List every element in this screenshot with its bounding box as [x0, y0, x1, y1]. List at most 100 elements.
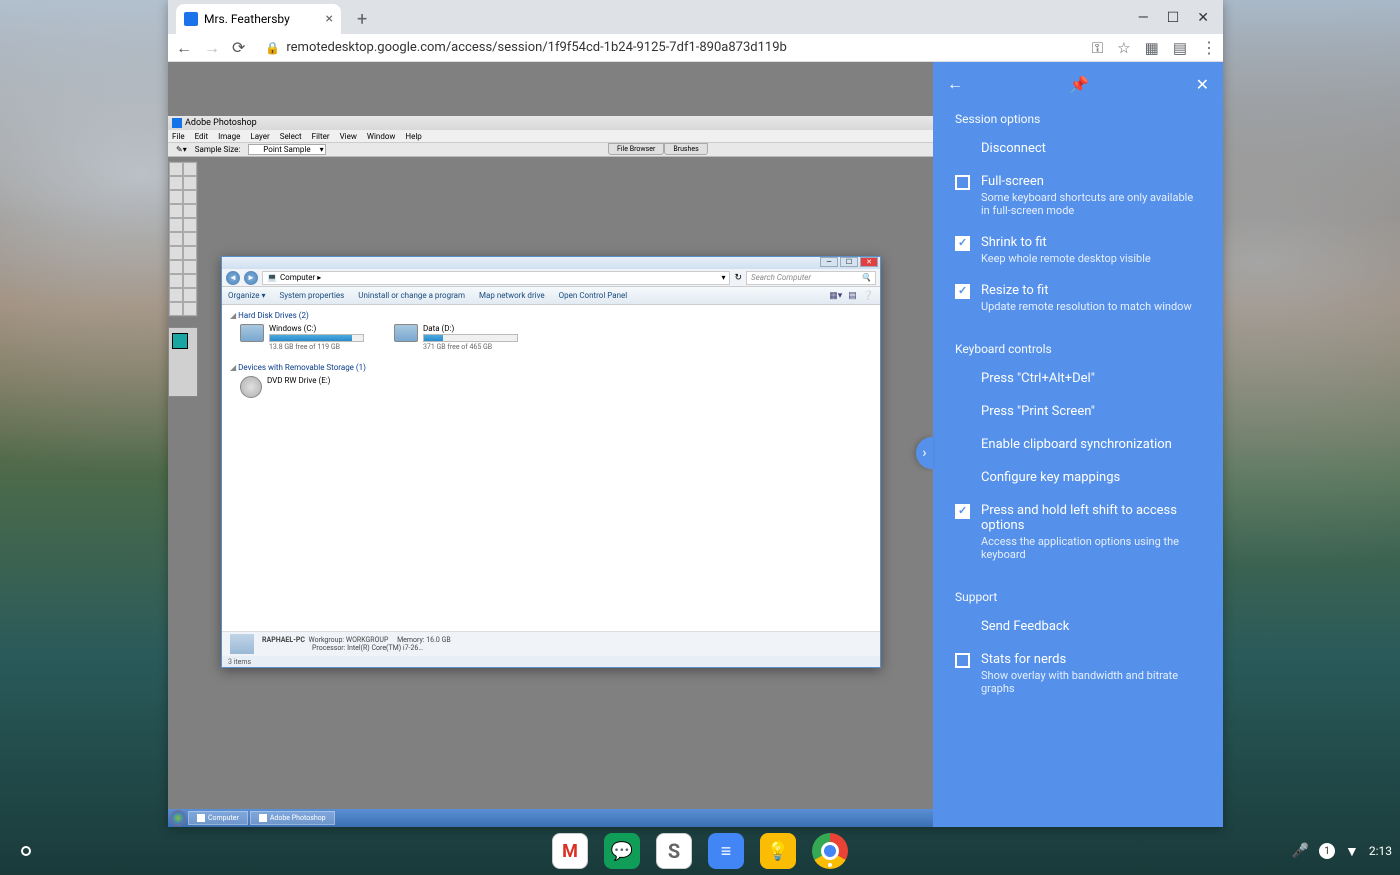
tool[interactable] [183, 288, 197, 302]
tool[interactable] [183, 190, 197, 204]
minimize-button[interactable]: — [820, 257, 838, 267]
menu-window[interactable]: Window [367, 132, 396, 141]
uninstall-button[interactable]: Uninstall or change a program [358, 291, 465, 300]
close-icon[interactable]: ✕ [1197, 10, 1209, 26]
checkbox-checked[interactable] [955, 284, 970, 299]
menu-select[interactable]: Select [280, 132, 302, 141]
tool[interactable] [169, 218, 183, 232]
sample-size-dropdown[interactable]: Point Sample [248, 144, 325, 155]
reload-button[interactable]: ⟳ [232, 38, 245, 57]
chevron-down-icon[interactable]: ▾ [320, 145, 324, 154]
foreground-color[interactable] [172, 333, 188, 349]
keep-app-icon[interactable]: 💡 [760, 833, 796, 869]
menu-icon[interactable]: ⋮ [1201, 38, 1215, 57]
help-icon[interactable]: ❔ [863, 291, 874, 301]
refresh-icon[interactable]: ↻ [734, 273, 742, 283]
tool[interactable] [183, 162, 197, 176]
minimize-icon[interactable]: — [1138, 10, 1149, 26]
key-icon[interactable]: ⚿ [1092, 39, 1103, 57]
start-button[interactable] [170, 810, 186, 826]
maximize-button[interactable]: ☐ [840, 257, 858, 267]
checkbox-unchecked[interactable] [955, 175, 970, 190]
collapse-panel-button[interactable]: › [916, 437, 933, 469]
disconnect-button[interactable]: Disconnect [933, 132, 1223, 165]
slides-app-icon[interactable]: S [656, 833, 692, 869]
menu-layer[interactable]: Layer [250, 132, 269, 141]
stats-nerds-option[interactable]: Stats for nerds Show overlay with bandwi… [933, 643, 1223, 704]
send-feedback-button[interactable]: Send Feedback [933, 610, 1223, 643]
hdd-section[interactable]: Hard Disk Drives (2) [238, 311, 309, 320]
tool[interactable] [169, 176, 183, 190]
tool[interactable] [183, 246, 197, 260]
dvd-drive[interactable]: DVD RW Drive (E:) [240, 376, 330, 398]
tool[interactable] [183, 232, 197, 246]
removable-section[interactable]: Devices with Removable Storage (1) [238, 363, 366, 372]
fullscreen-option[interactable]: Full-screen Some keyboard shortcuts are … [933, 165, 1223, 226]
checkbox-checked[interactable] [955, 504, 970, 519]
tool[interactable] [169, 246, 183, 260]
chevron-down-icon[interactable]: ▾ [721, 273, 725, 282]
print-screen-button[interactable]: Press "Print Screen" [933, 395, 1223, 428]
key-mappings-button[interactable]: Configure key mappings [933, 461, 1223, 494]
maximize-icon[interactable]: ☐ [1167, 10, 1180, 26]
close-icon[interactable]: ✕ [1196, 75, 1209, 94]
close-icon[interactable]: × [326, 11, 333, 27]
photoshop-tools-palette[interactable] [168, 161, 198, 317]
new-tab-button[interactable]: + [349, 5, 375, 34]
clock[interactable]: 2:13 [1369, 844, 1392, 858]
tool[interactable] [169, 288, 183, 302]
eyedropper-icon[interactable]: ✎▾ [176, 145, 187, 154]
view-icon[interactable]: ▦▾ [829, 291, 842, 301]
star-icon[interactable]: ☆ [1117, 39, 1130, 57]
back-button[interactable]: ◄ [226, 271, 240, 285]
left-shift-option[interactable]: Press and hold left shift to access opti… [933, 494, 1223, 570]
menu-edit[interactable]: Edit [195, 132, 209, 141]
tool[interactable] [169, 302, 183, 316]
hangouts-app-icon[interactable]: 💬 [604, 833, 640, 869]
map-drive-button[interactable]: Map network drive [479, 291, 545, 300]
tool[interactable] [169, 204, 183, 218]
notification-badge[interactable]: 1 [1319, 843, 1335, 859]
system-tray[interactable]: 🎤 1 ▼ 2:13 [1292, 843, 1392, 860]
taskbar-item-photoshop[interactable]: Adobe Photoshop [250, 811, 335, 825]
tool[interactable] [169, 274, 183, 288]
menu-help[interactable]: Help [405, 132, 421, 141]
tool[interactable] [169, 260, 183, 274]
menu-filter[interactable]: Filter [312, 132, 330, 141]
ctrl-alt-del-button[interactable]: Press "Ctrl+Alt+Del" [933, 362, 1223, 395]
address-breadcrumb[interactable]: 💻 Computer ▸ ▾ [262, 271, 730, 285]
tool[interactable] [183, 204, 197, 218]
gmail-app-icon[interactable]: M [552, 833, 588, 869]
file-browser-tab[interactable]: File Browser [608, 143, 664, 155]
shrink-to-fit-option[interactable]: Shrink to fit Keep whole remote desktop … [933, 226, 1223, 274]
extension-icon[interactable]: ▦ [1145, 39, 1159, 57]
tool[interactable] [183, 274, 197, 288]
back-button[interactable]: ← [176, 38, 192, 58]
taskbar-item-computer[interactable]: Computer [188, 811, 248, 825]
tool[interactable] [169, 190, 183, 204]
tool[interactable] [183, 218, 197, 232]
search-input[interactable]: Search Computer 🔍 [746, 271, 876, 285]
remote-desktop-viewport[interactable]: Adobe Photoshop File Edit Image Layer Se… [168, 62, 1223, 827]
mic-icon[interactable]: 🎤 [1292, 843, 1309, 859]
preview-icon[interactable]: ▤ [848, 291, 857, 301]
checkbox-checked[interactable] [955, 236, 970, 251]
pin-icon[interactable]: 📌 [1069, 75, 1089, 94]
extension-icon-2[interactable]: ▤ [1173, 39, 1187, 57]
drive-d[interactable]: Data (D:) 371 GB free of 465 GB [394, 324, 518, 351]
organize-button[interactable]: Organize ▾ [228, 291, 266, 300]
menu-image[interactable]: Image [218, 132, 240, 141]
explorer-titlebar[interactable]: — ☐ ✕ [222, 257, 880, 269]
checkbox-unchecked[interactable] [955, 653, 970, 668]
tool[interactable] [169, 232, 183, 246]
drive-c[interactable]: Windows (C:) 13.8 GB free of 119 GB [240, 324, 364, 351]
resize-to-fit-option[interactable]: Resize to fit Update remote resolution t… [933, 274, 1223, 322]
photoshop-swatches[interactable] [168, 327, 198, 397]
browser-tab[interactable]: Mrs. Feathersby × [176, 4, 341, 34]
tool[interactable] [183, 176, 197, 190]
control-panel-button[interactable]: Open Control Panel [559, 291, 628, 300]
tool[interactable] [183, 260, 197, 274]
forward-button[interactable]: ► [244, 271, 258, 285]
tool[interactable] [169, 162, 183, 176]
forward-button[interactable]: → [204, 38, 220, 58]
